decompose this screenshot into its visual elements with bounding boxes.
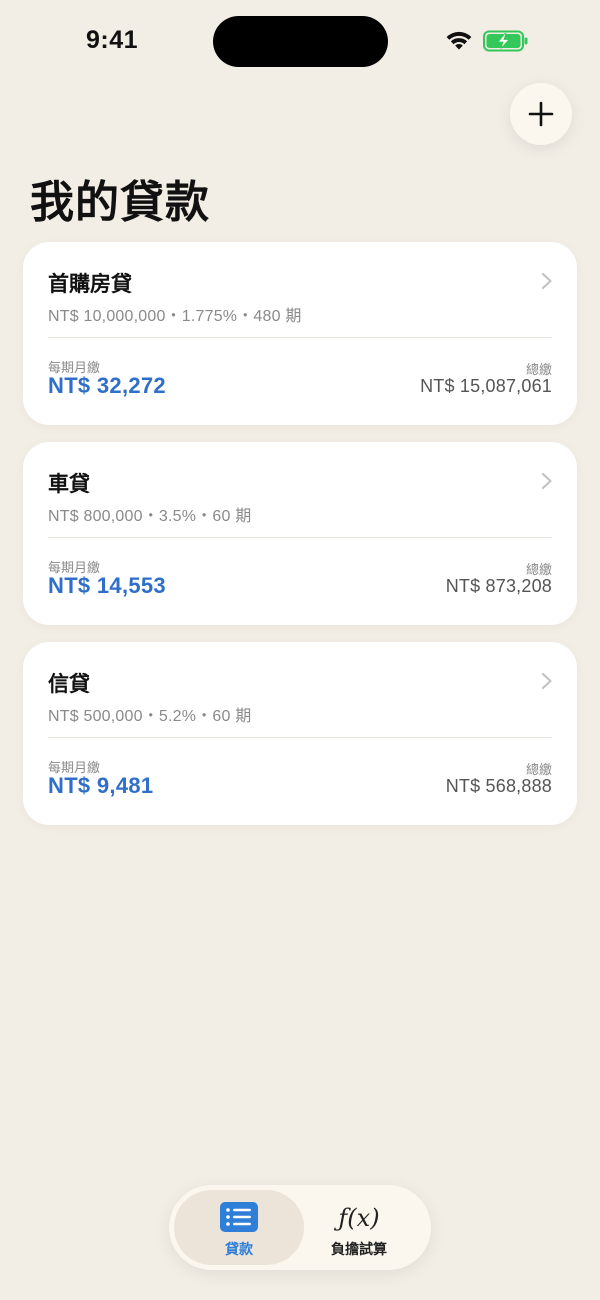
chevron-right-icon	[541, 272, 552, 290]
plus-icon	[528, 101, 554, 127]
loan-card[interactable]: 車貸 NT$ 800,000・3.5%・60 期 每期月繳 NT$ 14,553…	[23, 442, 577, 625]
chevron-right-icon	[541, 472, 552, 490]
divider	[48, 337, 552, 338]
loan-name: 首購房貸	[48, 273, 132, 296]
tab-bar: 貸款 ƒ(x) 負擔試算	[169, 1185, 431, 1270]
loan-summary: NT$ 800,000・3.5%・60 期	[48, 508, 252, 525]
tab-loans-label: 貸款	[225, 1241, 253, 1257]
wifi-icon	[446, 31, 472, 50]
battery-charging-icon	[483, 30, 528, 52]
chevron-right-icon	[541, 672, 552, 690]
status-bar: 9:41	[0, 0, 600, 80]
total-payment-value: NT$ 873,208	[445, 576, 552, 596]
loan-name: 車貸	[48, 473, 90, 496]
loan-card[interactable]: 首購房貸 NT$ 10,000,000・1.775%・480 期 每期月繳 NT…	[23, 242, 577, 425]
divider	[48, 537, 552, 538]
loan-summary: NT$ 10,000,000・1.775%・480 期	[48, 308, 302, 325]
total-payment-value: NT$ 568,888	[445, 776, 552, 796]
tab-loans[interactable]: 貸款	[174, 1190, 304, 1265]
loan-card[interactable]: 信貸 NT$ 500,000・5.2%・60 期 每期月繳 NT$ 9,481 …	[23, 642, 577, 825]
monthly-payment-value: NT$ 14,553	[48, 573, 166, 598]
monthly-payment-value: NT$ 9,481	[48, 773, 154, 798]
function-icon: ƒ(x)	[338, 1204, 380, 1232]
total-payment-value: NT$ 15,087,061	[420, 376, 552, 396]
loan-summary: NT$ 500,000・5.2%・60 期	[48, 708, 252, 725]
divider	[48, 737, 552, 738]
page-title: 我的貸款	[30, 178, 210, 227]
dynamic-island	[213, 16, 388, 67]
list-icon	[220, 1202, 258, 1232]
monthly-payment-value: NT$ 32,272	[48, 373, 166, 398]
add-loan-button[interactable]	[510, 83, 572, 145]
tab-affordability-label: 負擔試算	[331, 1241, 387, 1257]
status-time: 9:41	[86, 26, 139, 54]
tab-affordability[interactable]: ƒ(x) 負擔試算	[294, 1190, 424, 1265]
loan-name: 信貸	[48, 673, 90, 696]
